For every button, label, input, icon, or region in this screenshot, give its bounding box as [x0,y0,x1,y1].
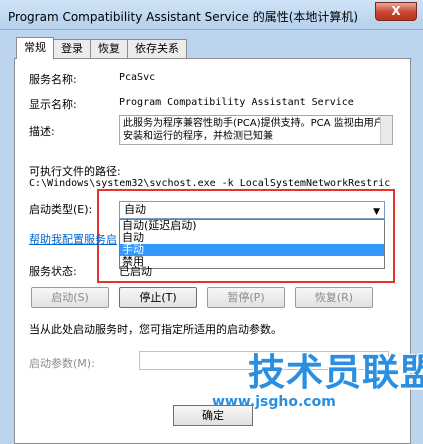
tab-recovery[interactable]: 恢复 [90,39,128,59]
startup-option-auto-delayed[interactable]: 自动(延迟启动) [120,220,384,232]
service-status-value: 已启动 [119,265,152,278]
tab-logon[interactable]: 登录 [53,39,91,59]
start-params-hint: 当从此处启动服务时，您可指定所适用的启动参数。 [29,323,282,336]
tab-strip: 常规 登录 恢复 依存关系 [16,37,187,59]
description-scrollbar[interactable] [380,116,392,144]
description-label: 描述: [29,125,55,138]
start-params-label: 启动参数(M): [29,357,95,370]
watermark-brand: 技术员联盟 [248,351,423,394]
startup-type-label: 启动类型(E): [29,203,93,216]
chevron-down-icon[interactable]: ▼ [373,204,380,220]
description-text: 此服务为程序兼容性助手(PCA)提供支持。PCA 监视由用户安装和运行的程序，并… [123,118,384,142]
startup-type-selected: 自动 [124,203,146,216]
title-bar: Program Compatibility Assistant Service … [0,0,423,30]
service-name-value: PcaSvc [119,72,156,83]
stop-button[interactable]: 停止(T) [119,287,197,308]
help-configure-link[interactable]: 帮助我配置服务启 [29,231,117,247]
start-button[interactable]: 启动(S) [31,287,109,308]
resume-button[interactable]: 恢复(R) [295,287,373,308]
service-name-label: 服务名称: [29,73,77,86]
dialog-frame: 常规 登录 恢复 依存关系 服务名称: PcaSvc 显示名称: Program… [0,30,423,444]
service-status-label: 服务状态: [29,265,77,278]
path-value: C:\Windows\system32\svchost.exe -k Local… [29,178,391,189]
watermark-url: www.jsgho.com [212,394,336,410]
close-button[interactable]: X [375,2,417,21]
tab-general[interactable]: 常规 [16,37,54,59]
tab-dependencies[interactable]: 依存关系 [127,39,187,59]
pause-button[interactable]: 暂停(P) [207,287,285,308]
startup-option-disabled[interactable]: 禁用 [120,256,384,268]
window-title: Program Compatibility Assistant Service … [8,10,359,24]
display-name-label: 显示名称: [29,98,77,111]
path-label: 可执行文件的路径: [29,165,121,178]
startup-type-select[interactable]: 自动 ▼ [119,201,385,219]
display-name-value: Program Compatibility Assistant Service [119,97,354,108]
startup-type-dropdown: 自动(延迟启动) 自动 手动 禁用 [119,219,385,269]
description-box[interactable]: 此服务为程序兼容性助手(PCA)提供支持。PCA 监视由用户安装和运行的程序，并… [119,115,393,145]
startup-option-auto[interactable]: 自动 [120,232,384,244]
startup-option-manual[interactable]: 手动 [120,244,384,256]
